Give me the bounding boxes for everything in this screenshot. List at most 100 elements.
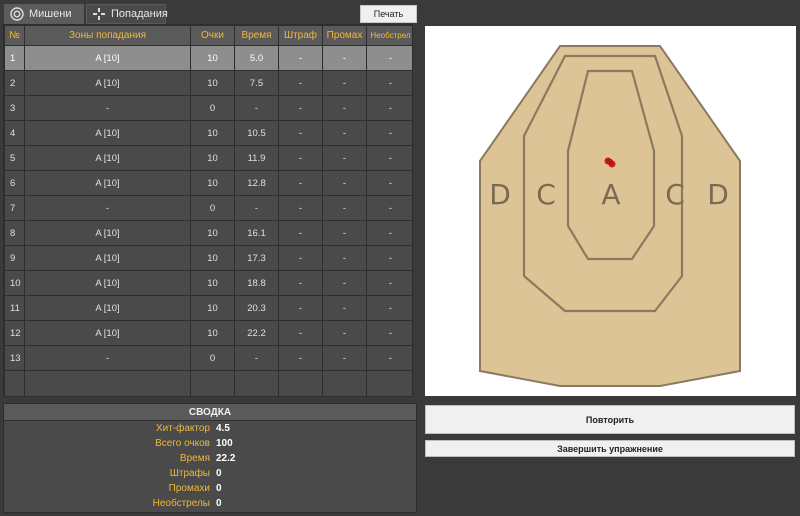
summary-label: Промахи xyxy=(168,483,210,494)
table-row[interactable]: 10 A [10] 10 18.8- - - xyxy=(4,270,412,296)
header-miss[interactable]: Промах xyxy=(322,25,367,46)
summary-value: 100 xyxy=(216,438,233,449)
tab-hits[interactable]: Попадания xyxy=(86,4,168,24)
zone-label-c-left: C xyxy=(536,178,556,211)
cell-zone: A [10] xyxy=(24,270,191,296)
cell-miss: - xyxy=(322,70,367,96)
cell-zone: A [10] xyxy=(24,45,191,71)
summary-label: Хит-фактор xyxy=(155,423,210,434)
table-row[interactable]: 5A [10] 10 11.9- - - xyxy=(4,145,412,171)
cell-miss: - xyxy=(322,245,367,271)
cell-no-shoot: - xyxy=(366,145,412,171)
cell-points: 10 xyxy=(190,320,235,346)
table-row[interactable]: 13-0- - - - xyxy=(4,345,412,371)
cell-no-shoot: - xyxy=(366,45,412,71)
summary-value: 0 xyxy=(216,468,222,479)
table-empty-row xyxy=(4,370,412,396)
cell-number: 12 xyxy=(4,320,25,346)
header-points[interactable]: Очки xyxy=(190,25,235,46)
repeat-button[interactable]: Повторить xyxy=(425,405,795,434)
cell-zone: A [10] xyxy=(24,145,191,171)
cell-zone: - xyxy=(24,95,191,121)
cell-no-shoot: - xyxy=(366,195,412,221)
cell-points: 10 xyxy=(190,270,235,296)
header-no-shoot[interactable]: Необстрел xyxy=(366,25,412,46)
cell-number: 7 xyxy=(4,195,25,221)
tab-targets-label: Мишени xyxy=(29,8,72,20)
summary-value: 0 xyxy=(216,483,222,494)
cell-zone: A [10] xyxy=(24,120,191,146)
cell-number: 5 xyxy=(4,145,25,171)
cell-time: 18.8 xyxy=(234,270,279,296)
summary-row: Всего очков 100 xyxy=(4,436,416,451)
print-button[interactable]: Печать xyxy=(360,5,417,23)
cell-points: 0 xyxy=(190,345,235,371)
cell-no-shoot: - xyxy=(366,295,412,321)
table-row[interactable]: 2A [10] 10 7.5- - - xyxy=(4,70,412,96)
table-row[interactable]: 1A [10] 10 5.0- - - xyxy=(4,45,412,71)
summary-label: Всего очков xyxy=(155,438,210,449)
cell-no-shoot: - xyxy=(366,70,412,96)
hit-marker xyxy=(606,158,614,166)
cell-time: 20.3 xyxy=(234,295,279,321)
cell-penalty: - xyxy=(278,195,323,221)
cell-penalty: - xyxy=(278,170,323,196)
cell-number: 10 xyxy=(4,270,25,296)
table-row[interactable]: 12 A [10] 10 22.2- - - xyxy=(4,320,412,346)
cell-no-shoot: - xyxy=(366,245,412,271)
zone-label-d-left: D xyxy=(489,178,511,211)
header-time[interactable]: Время xyxy=(234,25,279,46)
cell-miss: - xyxy=(322,95,367,121)
cell-zone: A [10] xyxy=(24,70,191,96)
empty-cell xyxy=(278,370,323,396)
header-penalty[interactable]: Штраф xyxy=(278,25,323,46)
cell-points: 10 xyxy=(190,145,235,171)
header-zones[interactable]: Зоны попадания xyxy=(24,25,191,46)
hits-table: № Зоны попадания Очки Время Штраф Промах… xyxy=(3,24,413,397)
target-icon xyxy=(10,7,24,21)
cell-zone: A [10] xyxy=(24,245,191,271)
cell-time: 22.2 xyxy=(234,320,279,346)
header-number[interactable]: № xyxy=(4,25,25,46)
cell-miss: - xyxy=(322,270,367,296)
empty-cell xyxy=(234,370,279,396)
cell-number: 3 xyxy=(4,95,25,121)
cell-zone: A [10] xyxy=(24,170,191,196)
cell-points: 0 xyxy=(190,95,235,121)
tab-targets[interactable]: Мишени xyxy=(4,4,84,24)
cell-number: 4 xyxy=(4,120,25,146)
cell-number: 8 xyxy=(4,220,25,246)
cell-penalty: - xyxy=(278,220,323,246)
cell-time: - xyxy=(234,195,279,221)
cell-zone: A [10] xyxy=(24,220,191,246)
cell-zone: A [10] xyxy=(24,295,191,321)
table-row[interactable]: 6A [10] 10 12.8- - - xyxy=(4,170,412,196)
table-row[interactable]: 9A [10] 10 17.3- - - xyxy=(4,245,412,271)
table-row[interactable]: 8A [10] 10 16.1- - - xyxy=(4,220,412,246)
summary-value: 0 xyxy=(216,498,222,509)
cell-penalty: - xyxy=(278,320,323,346)
cell-points: 10 xyxy=(190,70,235,96)
crosshair-icon xyxy=(92,7,106,21)
cell-penalty: - xyxy=(278,245,323,271)
summary-value: 4.5 xyxy=(216,423,230,434)
cell-points: 10 xyxy=(190,45,235,71)
cell-no-shoot: - xyxy=(366,95,412,121)
cell-miss: - xyxy=(322,120,367,146)
cell-penalty: - xyxy=(278,45,323,71)
cell-penalty: - xyxy=(278,145,323,171)
target-outer-zone xyxy=(479,45,741,387)
finish-exercise-button[interactable]: Завершить упражнение xyxy=(425,440,795,457)
table-row[interactable]: 3-0---- xyxy=(4,95,412,121)
empty-cell xyxy=(322,370,367,396)
table-row[interactable]: 4A [10] 10 10.5- - - xyxy=(4,120,412,146)
table-row[interactable]: 7-0---- xyxy=(4,195,412,221)
cell-time: 17.3 xyxy=(234,245,279,271)
cell-no-shoot: - xyxy=(366,220,412,246)
table-row[interactable]: 11 A [10] 10 20.3- - - xyxy=(4,295,412,321)
cell-miss: - xyxy=(322,295,367,321)
cell-zone: - xyxy=(24,345,191,371)
summary-value: 22.2 xyxy=(216,453,236,464)
target-view[interactable]: D C A C D xyxy=(425,26,796,396)
cell-points: 10 xyxy=(190,245,235,271)
